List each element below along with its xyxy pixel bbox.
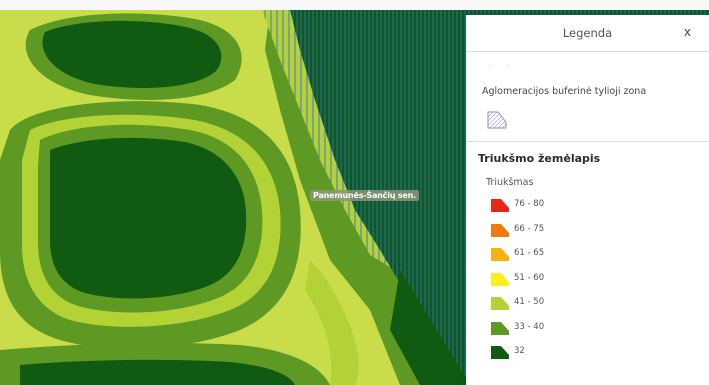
legend-class-label: 41 - 50 [514,297,545,307]
buffer-zone-swatch-icon [486,110,508,134]
legend-class-label: 32 [514,346,525,356]
legend-header: Legenda x [466,15,709,52]
map-place-label: Panemunės-Šančių sen. [310,190,419,201]
close-icon[interactable]: x [684,25,691,39]
legend-class-row: 66 - 75 [490,222,690,238]
window-top-edge [0,0,709,10]
legend-swatch-icon [491,272,509,286]
legend-class-label: 33 - 40 [514,321,545,332]
legend-class-label: 61 - 65 [514,248,545,258]
legend-class-label: 76 - 80 [514,199,545,209]
legend-class-row: 41 - 50 [490,295,690,311]
legend-swatch-icon [491,321,509,335]
legend-class-row: 32 [490,344,690,360]
noise-zone-32-core [50,137,247,299]
buffer-zone-label: Aglomeracijos buferinė tylioji zona [482,86,647,97]
legend-class-row: 76 - 80 [490,197,690,213]
legend-class-row: 61 - 65 [490,246,690,262]
legend-panel: Legenda x Aglomeracijos buferinė tylioji… [466,15,709,385]
partial-swatch-icon [490,58,508,66]
legend-class-row: 51 - 60 [490,271,690,287]
legend-class-label: 66 - 75 [514,223,545,234]
legend-separator [466,141,709,142]
legend-swatch-icon [491,346,509,359]
legend-swatch-icon [491,248,509,261]
legend-title: Legenda [562,26,613,40]
legend-swatch-icon [491,223,509,237]
legend-class-row: 33 - 40 [490,320,690,336]
field-title: Triukšmas [486,177,534,188]
legend-swatch-icon [491,297,509,310]
legend-swatch-icon [491,199,509,212]
legend-class-label: 51 - 60 [514,272,545,283]
layer-title: Triukšmo žemėlapis [478,152,601,165]
